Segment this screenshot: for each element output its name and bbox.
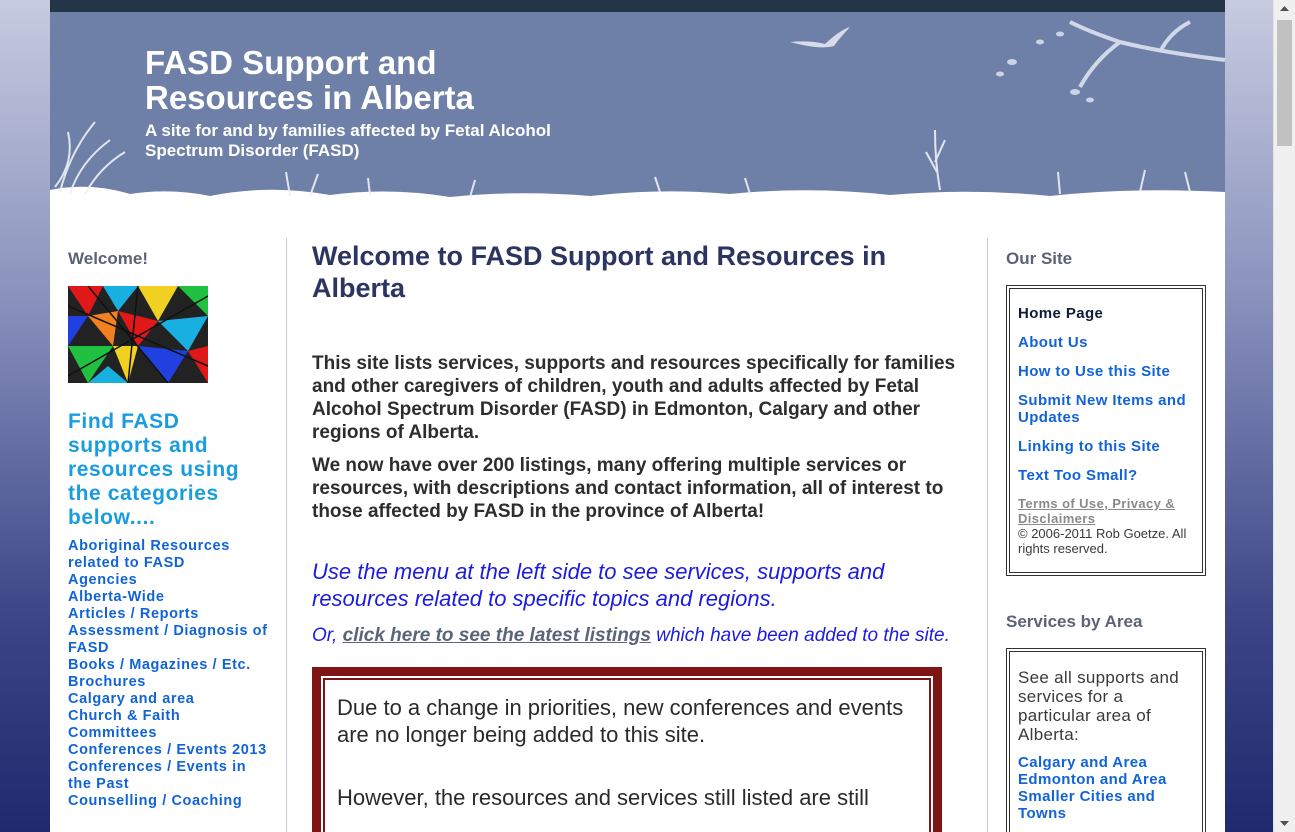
list-item: Articles / Reports bbox=[68, 606, 268, 623]
notice-box: Due to a change in priorities, new confe… bbox=[312, 667, 942, 832]
main-content: Welcome to FASD Support and Resources in… bbox=[312, 240, 972, 832]
how-to-use-link[interactable]: How to Use this Site bbox=[1018, 363, 1194, 380]
list-item: Agencies bbox=[68, 572, 268, 589]
category-link[interactable]: Alberta-Wide bbox=[68, 589, 268, 606]
category-link[interactable]: Assessment / Diagnosis of FASD bbox=[68, 623, 268, 657]
list-item: Counselling / Coaching bbox=[68, 793, 268, 810]
list-item: Alberta-Wide bbox=[68, 589, 268, 606]
column-divider bbox=[987, 238, 988, 832]
notice-inner: Due to a change in priorities, new confe… bbox=[323, 678, 931, 832]
intro-text: This site lists services, supports and r… bbox=[312, 352, 972, 523]
list-item: Conferences / Events in the Past bbox=[68, 759, 268, 793]
category-link[interactable]: Church & Faith bbox=[68, 708, 268, 725]
category-link[interactable]: Brochures bbox=[68, 674, 268, 691]
list-item: Calgary and area bbox=[68, 691, 268, 708]
list-item: Brochures bbox=[68, 674, 268, 691]
category-link[interactable]: Conferences / Events 2013 bbox=[68, 742, 268, 759]
scroll-down-arrow-icon[interactable] bbox=[1274, 815, 1295, 832]
site-tagline: A site for and by families affected by F… bbox=[145, 121, 551, 160]
list-item: Smaller Cities and Towns bbox=[1018, 788, 1194, 822]
area-box: See all supports and services for a part… bbox=[1006, 648, 1206, 832]
latest-prefix: Or, bbox=[312, 625, 343, 646]
list-item: Books / Magazines / Etc. bbox=[68, 657, 268, 674]
column-divider bbox=[286, 238, 287, 832]
area-description: See all supports and services for a part… bbox=[1018, 668, 1179, 744]
site-header: FASD Support and Resources in Alberta A … bbox=[50, 12, 1225, 207]
page-title: Welcome to FASD Support and Resources in… bbox=[312, 241, 887, 303]
list-item: Assessment / Diagnosis of FASD bbox=[68, 623, 268, 657]
latest-suffix: which have been added to the site. bbox=[650, 625, 950, 646]
submit-items-link[interactable]: Submit New Items and Updates bbox=[1018, 392, 1194, 426]
our-site-heading: Our Site bbox=[1006, 249, 1073, 268]
category-link[interactable]: Counselling / Coaching bbox=[68, 793, 268, 810]
list-item: Church & Faith bbox=[68, 708, 268, 725]
list-item: Home Page bbox=[1018, 305, 1194, 322]
category-link[interactable]: Conferences / Events in the Past bbox=[68, 759, 268, 793]
list-item: Edmonton and Area bbox=[1018, 771, 1194, 788]
latest-listings-text: Or, click here to see the latest listing… bbox=[312, 624, 972, 647]
list-item: Conferences / Events 2013 bbox=[68, 742, 268, 759]
text-too-small-link[interactable]: Text Too Small? bbox=[1018, 467, 1194, 484]
home-page-link[interactable]: Home Page bbox=[1018, 305, 1194, 322]
left-sidebar: Welcome! Find FASD supports and resource… bbox=[68, 238, 268, 810]
menu-hint-text: Use the menu at the left side to see ser… bbox=[312, 559, 885, 611]
intro-paragraph: We now have over 200 listings, many offe… bbox=[312, 455, 944, 522]
list-item: Submit New Items and Updates bbox=[1018, 392, 1194, 426]
scrollbar-thumb[interactable] bbox=[1277, 20, 1292, 146]
category-link[interactable]: Books / Magazines / Etc. bbox=[68, 657, 268, 674]
notice-text: Due to a change in priorities, new confe… bbox=[337, 695, 904, 747]
abstract-art-image bbox=[68, 286, 208, 383]
area-link-smaller-cities[interactable]: Smaller Cities and Towns bbox=[1018, 788, 1194, 822]
intro-paragraph: This site lists services, supports and r… bbox=[312, 353, 956, 443]
page: FASD Support and Resources in Alberta A … bbox=[50, 0, 1225, 832]
right-sidebar: Our Site Home Page About Us How to Use t… bbox=[1006, 238, 1206, 832]
scroll-up-arrow-icon[interactable] bbox=[1274, 0, 1295, 17]
category-link[interactable]: Calgary and area bbox=[68, 691, 268, 708]
services-by-area-heading: Services by Area bbox=[1006, 612, 1143, 631]
our-site-box: Home Page About Us How to Use this Site … bbox=[1006, 285, 1206, 576]
list-item: Linking to this Site bbox=[1018, 438, 1194, 455]
site-title: FASD Support and Resources in Alberta bbox=[145, 44, 474, 116]
about-us-link[interactable]: About Us bbox=[1018, 334, 1194, 351]
find-categories-text: Find FASD supports and resources using t… bbox=[68, 410, 240, 529]
category-link[interactable]: Agencies bbox=[68, 572, 268, 589]
site-links-list: Home Page About Us How to Use this Site … bbox=[1018, 305, 1194, 484]
welcome-heading: Welcome! bbox=[68, 249, 148, 268]
vertical-scrollbar[interactable] bbox=[1273, 0, 1295, 832]
category-list: Aboriginal Resources related to FASD Age… bbox=[68, 538, 268, 810]
copyright-text: © 2006-2011 Rob Goetze. All rights reser… bbox=[1018, 526, 1187, 556]
list-item: About Us bbox=[1018, 334, 1194, 351]
category-link[interactable]: Aboriginal Resources related to FASD bbox=[68, 538, 268, 572]
list-item: Aboriginal Resources related to FASD bbox=[68, 538, 268, 572]
top-bar bbox=[50, 0, 1225, 12]
list-item: Committees bbox=[68, 725, 268, 742]
list-item: Calgary and Area bbox=[1018, 754, 1194, 771]
latest-listings-link[interactable]: click here to see the latest listings bbox=[343, 625, 651, 646]
list-item: How to Use this Site bbox=[1018, 363, 1194, 380]
area-link-calgary[interactable]: Calgary and Area bbox=[1018, 754, 1194, 771]
area-links-list: Calgary and Area Edmonton and Area Small… bbox=[1018, 754, 1194, 822]
area-link-edmonton[interactable]: Edmonton and Area bbox=[1018, 771, 1194, 788]
category-link[interactable]: Articles / Reports bbox=[68, 606, 268, 623]
list-item: Text Too Small? bbox=[1018, 467, 1194, 484]
terms-link[interactable]: Terms of Use, Privacy & Disclaimers bbox=[1018, 496, 1194, 526]
category-link[interactable]: Committees bbox=[68, 725, 268, 742]
linking-link[interactable]: Linking to this Site bbox=[1018, 438, 1194, 455]
notice-text: However, the resources and services stil… bbox=[337, 785, 869, 810]
